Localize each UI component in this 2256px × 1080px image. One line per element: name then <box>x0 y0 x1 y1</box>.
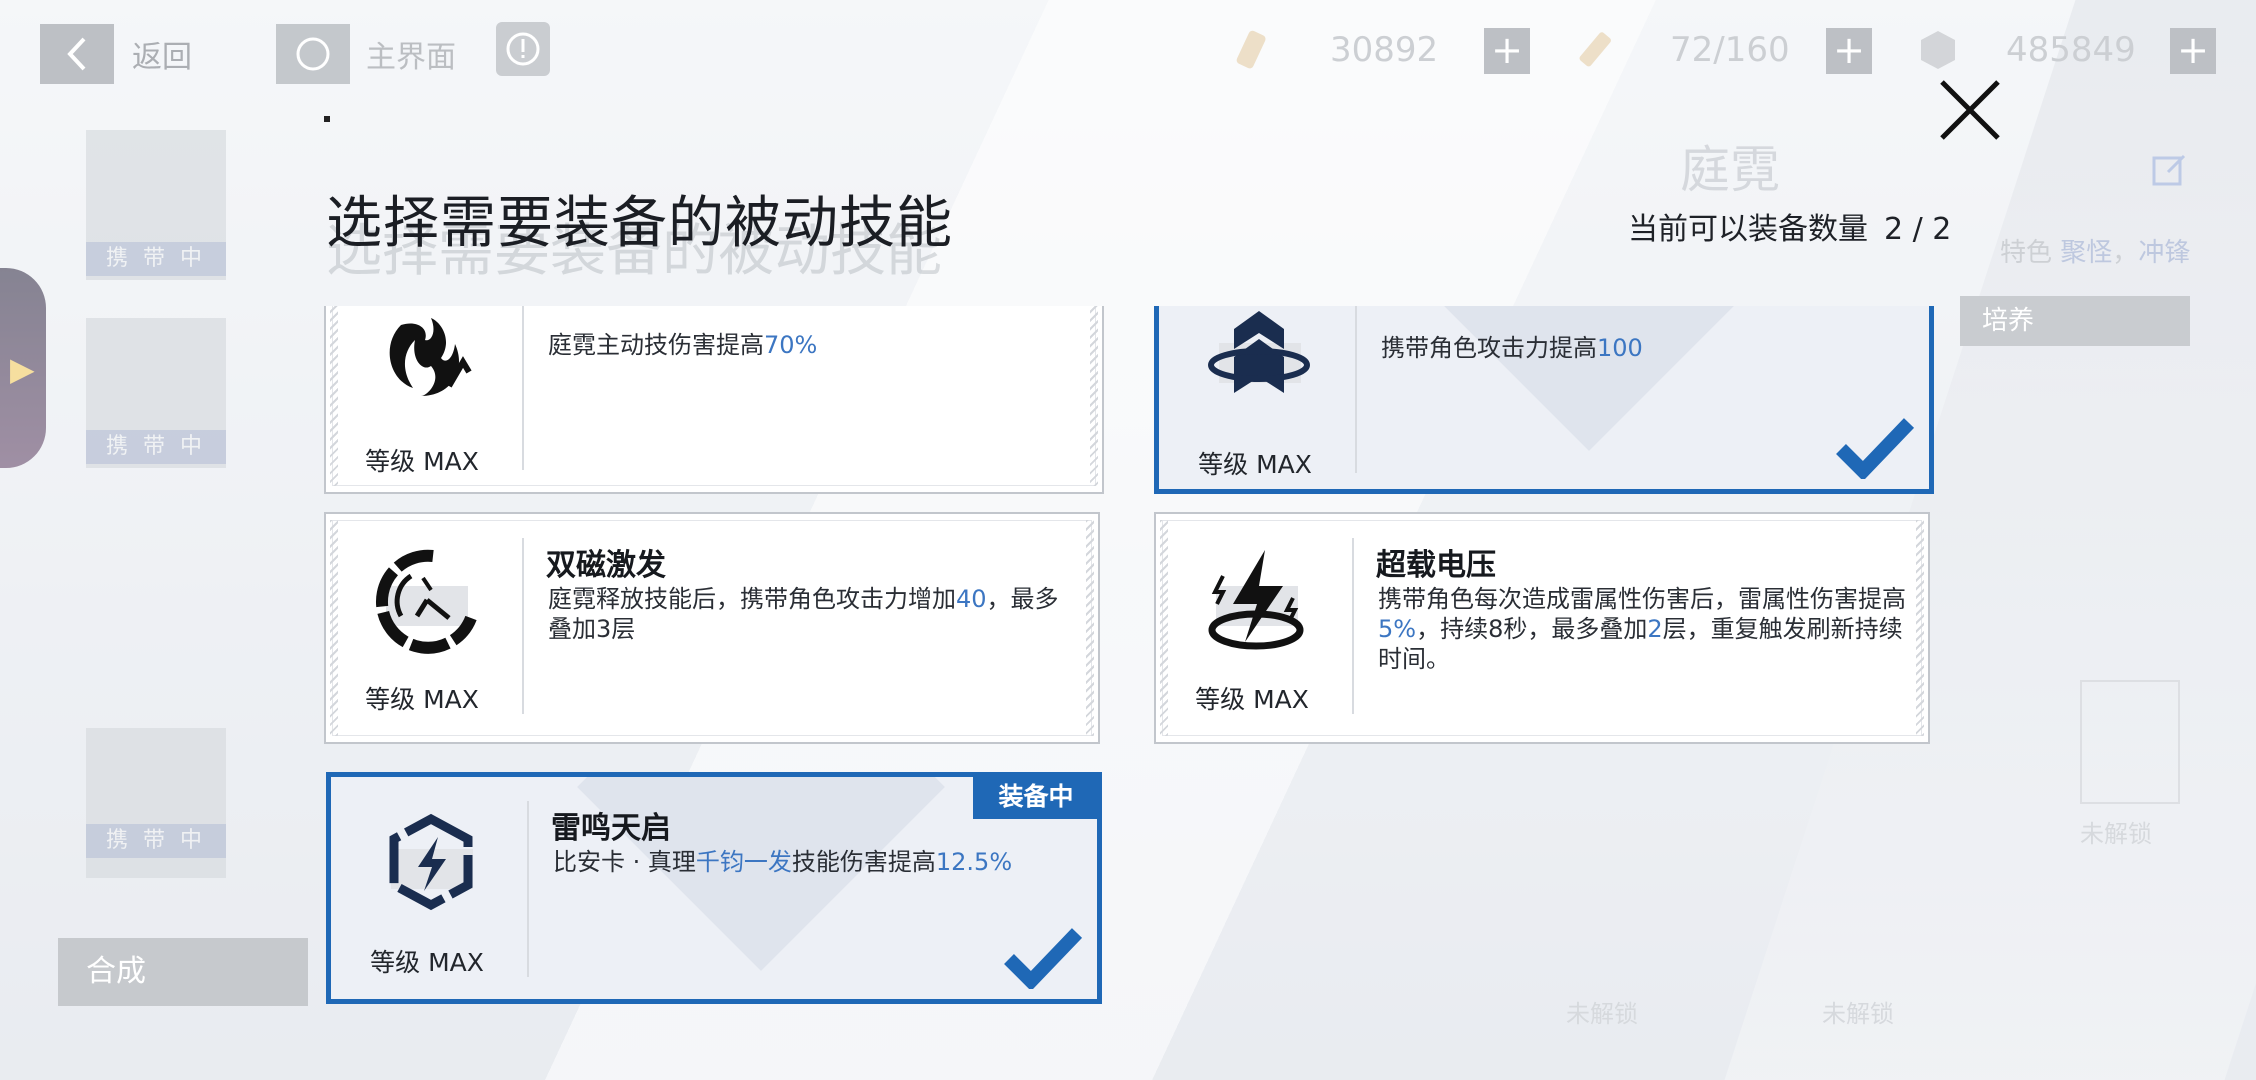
skill-icon-wrap <box>356 536 496 666</box>
skill-icon-wrap <box>356 306 496 420</box>
divider <box>522 306 524 470</box>
desc-text: ，持续8秒，最多叠加 <box>1416 615 1648 643</box>
skill-card[interactable]: 等级 MAX 庭霓主动技伤害提高70% <box>324 306 1104 494</box>
skill-icon-wrap <box>361 799 501 929</box>
close-icon[interactable] <box>1934 74 2006 146</box>
title-dot <box>324 116 330 122</box>
divider <box>527 801 529 977</box>
desc-highlight: 5% <box>1378 615 1417 643</box>
equipped-badge: 装备中 <box>973 775 1099 819</box>
skill-icon-wrap <box>1186 536 1326 666</box>
skill-select-modal: 选择需要装备的被动技能 选择需要装备的被动技能 当前可以装备数量 2 / 2 等级… <box>0 0 2256 1080</box>
chevron-emblem-icon <box>1208 311 1310 393</box>
desc-text: 庭霓主动技伤害提高 <box>548 331 764 359</box>
divider <box>1355 306 1357 473</box>
equip-count-value: 2 / 2 <box>1884 212 1952 247</box>
desc-highlight: 100 <box>1597 334 1643 362</box>
desc-highlight: 千钧一发 <box>695 848 792 876</box>
skill-level: 等级 MAX <box>1195 685 1309 714</box>
skill-name: 雷鸣天启 <box>551 811 671 846</box>
skill-icon-wrap <box>1189 306 1329 423</box>
skill-card[interactable]: 等级 MAX 雷鸣天启 比安卡 · 真理千钧一发技能伤害提高12.5% 装备中 <box>326 772 1102 1004</box>
skill-name: 超载电压 <box>1376 548 1496 583</box>
divider <box>522 538 524 714</box>
fire-swirl-icon <box>389 318 472 396</box>
skill-desc: 庭霓主动技伤害提高70% <box>548 330 1078 360</box>
skill-level: 等级 MAX <box>1198 450 1312 479</box>
desc-highlight: 70% <box>764 331 818 359</box>
skill-name: 双磁激发 <box>546 548 666 583</box>
skill-card[interactable]: 等级 MAX 超载电压 携带角色每次造成雷属性伤害后，雷属性伤害提高5%，持续8… <box>1154 512 1930 744</box>
desc-highlight: 2 <box>1647 615 1663 643</box>
hex-lightning-icon <box>389 813 473 911</box>
equip-count-label: 当前可以装备数量 <box>1628 212 1868 247</box>
skill-desc: 携带角色每次造成雷属性伤害后，雷属性伤害提高5%，持续8秒，最多叠加2层，重复触… <box>1378 584 1908 674</box>
modal-title: 选择需要装备的被动技能 <box>326 191 953 256</box>
skill-card[interactable]: 等级 MAX 携带角色攻击力提高100 <box>1154 306 1934 494</box>
desc-text: 技能伤害提高 <box>791 848 936 876</box>
skill-list[interactable]: 等级 MAX 庭霓主动技伤害提高70% 等级 MAX 携带角色攻击力提高100 <box>322 306 1938 1016</box>
skill-desc: 比安卡 · 真理千钧一发技能伤害提高12.5% <box>553 847 1083 877</box>
desc-text: 庭霓释放技能后，携带角色攻击力增加 <box>548 585 956 613</box>
skill-card[interactable]: 等级 MAX 双磁激发 庭霓释放技能后，携带角色攻击力增加40，最多叠加3层 <box>324 512 1100 744</box>
skill-desc: 庭霓释放技能后，携带角色攻击力增加40，最多叠加3层 <box>548 584 1078 644</box>
desc-highlight: 12.5% <box>935 848 1013 876</box>
skill-desc: 携带角色攻击力提高100 <box>1381 333 1911 363</box>
lightning-ring-icon <box>1208 550 1304 650</box>
skill-level: 等级 MAX <box>370 948 484 977</box>
checkmark-icon <box>1004 928 1083 989</box>
desc-text: 携带角色攻击力提高 <box>1381 334 1597 362</box>
divider <box>1352 538 1354 714</box>
desc-text: 比安卡 · 真理 <box>553 848 696 876</box>
checkmark-icon <box>1836 418 1915 479</box>
skill-level: 等级 MAX <box>365 447 479 476</box>
skill-level: 等级 MAX <box>365 685 479 714</box>
equip-count: 当前可以装备数量 2 / 2 <box>1628 204 1951 248</box>
gauge-icon <box>375 549 477 654</box>
desc-text: 携带角色每次造成雷属性伤害后，雷属性伤害提高 <box>1378 585 1906 613</box>
desc-highlight: 40 <box>956 585 987 613</box>
